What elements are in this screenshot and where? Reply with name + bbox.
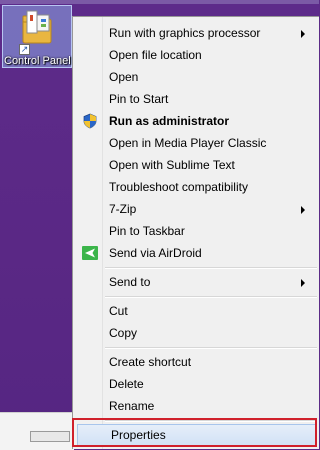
menu-item-cut[interactable]: Cut: [75, 300, 319, 322]
menu-item-label: Pin to Taskbar: [109, 224, 185, 238]
submenu-arrow-icon: [301, 206, 305, 214]
shortcut-arrow-icon: ↗: [19, 44, 30, 55]
menu-item-copy[interactable]: Copy: [75, 322, 319, 344]
background-window-fragment: [0, 412, 74, 450]
menu-item-rename[interactable]: Rename: [75, 395, 319, 417]
menu-item-label: Copy: [109, 326, 138, 340]
menu-item-open-in-media-player-classic[interactable]: Open in Media Player Classic: [75, 132, 319, 154]
menu-item-troubleshoot-compatibility[interactable]: Troubleshoot compatibility: [75, 176, 319, 198]
menu-item-label: Pin to Start: [109, 92, 169, 106]
menu-item-label: Properties: [111, 428, 166, 442]
menu-item-label: Send via AirDroid: [109, 246, 202, 260]
menu-item-create-shortcut[interactable]: Create shortcut: [75, 351, 319, 373]
menu-item-label: Open: [109, 70, 139, 84]
menu-separator: [105, 267, 317, 269]
menu-item-7-zip[interactable]: 7-Zip: [75, 198, 319, 220]
menu-item-label: Cut: [109, 304, 128, 318]
uac-shield-icon: [83, 113, 97, 129]
menu-item-send-to[interactable]: Send to: [75, 271, 319, 293]
menu-item-open-file-location[interactable]: Open file location: [75, 44, 319, 66]
desktop-icon-control-panel[interactable]: ↗ Control Panel: [2, 5, 72, 68]
window-edge-strip: [0, 0, 319, 4]
menu-separator: [105, 296, 317, 298]
menu-item-label: 7-Zip: [109, 202, 137, 216]
menu-item-send-via-airdroid[interactable]: Send via AirDroid: [75, 242, 319, 264]
menu-item-open-with-sublime-text[interactable]: Open with Sublime Text: [75, 154, 319, 176]
desktop-icon-label: Control Panel: [4, 55, 71, 67]
menu-item-label: Open with Sublime Text: [109, 158, 235, 172]
menu-item-label: Rename: [109, 399, 155, 413]
menu-item-label: Run as administrator: [109, 114, 230, 128]
submenu-arrow-icon: [301, 279, 305, 287]
window-thumbnail: [30, 431, 70, 442]
airdroid-icon: [82, 246, 98, 260]
menu-item-label: Open file location: [109, 48, 202, 62]
menu-separator: [105, 420, 317, 422]
menu-item-label: Delete: [109, 377, 144, 391]
menu-item-run-as-administrator[interactable]: Run as administrator: [75, 110, 319, 132]
menu-item-label: Create shortcut: [109, 355, 192, 369]
menu-item-label: Run with graphics processor: [109, 26, 261, 40]
menu-item-open[interactable]: Open: [75, 66, 319, 88]
menu-item-delete[interactable]: Delete: [75, 373, 319, 395]
menu-item-label: Troubleshoot compatibility: [109, 180, 248, 194]
menu-item-run-with-graphics-processor[interactable]: Run with graphics processor: [75, 22, 319, 44]
menu-item-properties[interactable]: Properties: [77, 424, 317, 446]
control-panel-icon: [22, 10, 52, 44]
menu-item-label: Send to: [109, 275, 151, 289]
submenu-arrow-icon: [301, 30, 305, 38]
context-menu: Run with graphics processor Open file lo…: [72, 16, 319, 449]
menu-item-pin-to-taskbar[interactable]: Pin to Taskbar: [75, 220, 319, 242]
menu-item-pin-to-start[interactable]: Pin to Start: [75, 88, 319, 110]
menu-separator: [105, 347, 317, 349]
menu-item-label: Open in Media Player Classic: [109, 136, 267, 150]
